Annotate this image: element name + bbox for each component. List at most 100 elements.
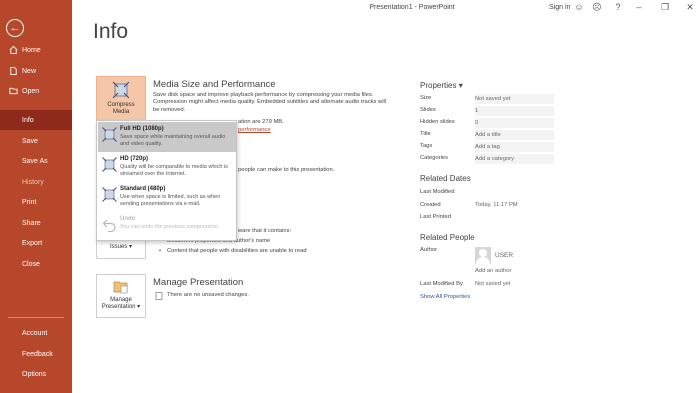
sidebar-item-label: History (22, 178, 44, 186)
help-icon[interactable]: ? (613, 2, 623, 12)
window-title: Presentation1 - PowerPoint (369, 4, 455, 11)
sidebar-item-label: Export (22, 239, 43, 247)
menu-item-description: Quality will be comparable to media whic… (120, 164, 228, 177)
show-all-properties-link[interactable]: Show All Properties (420, 294, 470, 300)
compress-quality-icon (102, 157, 117, 172)
menu-item-title: Full HD (1080p) (120, 126, 164, 132)
sign-in-link[interactable]: Sign in (549, 4, 570, 11)
check-for-issues-label: Issues (109, 244, 128, 250)
property-value-hidden-slides: 0 (475, 118, 554, 128)
last-modified-by-label: Last Modified By (420, 281, 463, 287)
date-label-created: Created (420, 202, 441, 208)
property-label-tags: Tags (420, 143, 433, 149)
document-status-icon (155, 292, 163, 300)
menu-item-description: Use when space is limited, such as when … (120, 194, 221, 207)
date-value-created: Today, 11:17 PM (475, 202, 518, 208)
compress-quality-icon (102, 187, 117, 202)
media-size-text: ation are 279 MB. (238, 119, 284, 125)
sidebar-item-label: Account (22, 329, 48, 337)
property-title-input[interactable]: Add a title (475, 130, 554, 140)
property-value-slides: 1 (475, 106, 554, 116)
sidebar-item-label: Close (22, 260, 40, 268)
undo-icon (102, 219, 116, 232)
smiley-sad-icon[interactable]: ☹ (592, 2, 602, 12)
new-file-icon (10, 66, 17, 76)
related-dates-header: Related Dates (420, 174, 471, 183)
sidebar-item-label: Open (22, 87, 40, 95)
protect-description: people can make to this presentation. (238, 167, 335, 173)
menu-item-description: You can undo the previous compression. (120, 224, 220, 230)
menu-item-title: HD (720p) (120, 156, 149, 162)
property-label-categories: Categories (420, 155, 449, 161)
related-people-header: Related People (420, 233, 475, 242)
close-icon[interactable]: ✕ (685, 2, 695, 12)
back-arrow-icon[interactable]: ← (6, 19, 24, 37)
property-label-size: Size (420, 95, 432, 101)
manage-presentation-button[interactable]: Manage Presentation ▾ (96, 274, 146, 318)
add-author-link[interactable]: Add an author (475, 268, 511, 274)
sidebar-item-label: Options (22, 370, 47, 378)
property-value-size: Not saved yet (475, 94, 554, 104)
compress-media-label: Compress Media (107, 102, 135, 115)
compress-quality-icon (102, 127, 117, 142)
minimize-icon[interactable]: – (634, 2, 644, 12)
compress-media-button[interactable]: Compress Media (96, 76, 146, 122)
sidebar-item-label: Info (22, 116, 34, 124)
author-name: USER (495, 252, 514, 259)
sidebar-item-account[interactable]: Account (0, 323, 72, 343)
manage-section-title: Manage Presentation (153, 277, 244, 288)
last-modified-by-value: Not saved yet (475, 281, 511, 287)
date-label-last-printed: Last Printed (420, 214, 451, 220)
restore-icon[interactable]: ❐ (660, 2, 670, 12)
media-section-description: Save disk space and improve playback per… (153, 92, 387, 113)
menu-item-full-hd[interactable]: Full HD (1080p) Save space while maintai… (98, 122, 236, 152)
sidebar-item-feedback[interactable]: Feedback (0, 344, 72, 364)
sidebar-item-label: Save As (22, 157, 48, 165)
avatar (475, 247, 491, 264)
property-categories-input[interactable]: Add a category (475, 154, 554, 164)
property-tags-input[interactable]: Add a tag (475, 142, 554, 152)
compress-media-icon (112, 81, 130, 99)
sidebar-item-new[interactable]: New (0, 61, 72, 81)
property-label-title: Title (420, 131, 431, 137)
properties-header[interactable]: Properties ▾ (420, 81, 463, 90)
smiley-happy-icon[interactable]: ☺ (574, 2, 584, 12)
compress-media-menu: Full HD (1080p) Save space while maintai… (96, 120, 237, 241)
manage-presentation-label: Manage Presentation ▾ (101, 297, 141, 310)
date-label-last-modified: Last Modified (420, 189, 455, 195)
backstage-sidebar: ← Home New Open Info Save Save As Histor… (0, 0, 72, 393)
sidebar-item-options[interactable]: Options (0, 364, 72, 384)
sidebar-item-export[interactable]: Export (0, 233, 72, 253)
sidebar-item-share[interactable]: Share (0, 213, 72, 233)
menu-item-undo[interactable]: Undo You can undo the previous compressi… (98, 212, 236, 242)
media-performance-link[interactable]: performance (238, 127, 271, 134)
sidebar-item-label: New (22, 67, 37, 75)
sidebar-item-home[interactable]: Home (0, 40, 72, 60)
manage-presentation-icon (113, 281, 128, 294)
author-label: Author (420, 247, 438, 253)
home-icon (9, 45, 18, 55)
menu-item-title: Undo (120, 216, 136, 222)
sidebar-item-save[interactable]: Save (0, 131, 72, 151)
menu-item-standard[interactable]: Standard (480p) Use when space is limite… (98, 182, 236, 212)
sidebar-item-label: Print (22, 198, 37, 206)
property-label-hidden-slides: Hidden slides (420, 119, 455, 125)
sidebar-divider (8, 317, 64, 318)
sidebar-item-label: Save (22, 137, 38, 145)
menu-item-hd[interactable]: HD (720p) Quality will be comparable to … (98, 152, 236, 182)
media-section-title: Media Size and Performance (153, 79, 276, 90)
property-label-slides: Slides (420, 107, 436, 113)
sidebar-item-label: Feedback (22, 350, 53, 358)
sidebar-item-close[interactable]: Close (0, 254, 72, 274)
sidebar-item-save-as[interactable]: Save As (0, 151, 72, 171)
sidebar-item-history[interactable]: History (0, 172, 72, 192)
sidebar-item-print[interactable]: Print (0, 192, 72, 212)
sidebar-item-info[interactable]: Info (0, 110, 72, 130)
menu-item-title: Standard (480p) (120, 186, 166, 192)
sidebar-item-label: Share (22, 219, 41, 227)
sidebar-item-open[interactable]: Open (0, 81, 72, 101)
manage-status-text: There are no unsaved changes. (167, 292, 249, 298)
sidebar-item-label: Home (22, 46, 41, 54)
inspect-description: ware that it contains: (238, 228, 292, 234)
inspect-bullet: Content that people with disabilities ar… (159, 248, 307, 254)
